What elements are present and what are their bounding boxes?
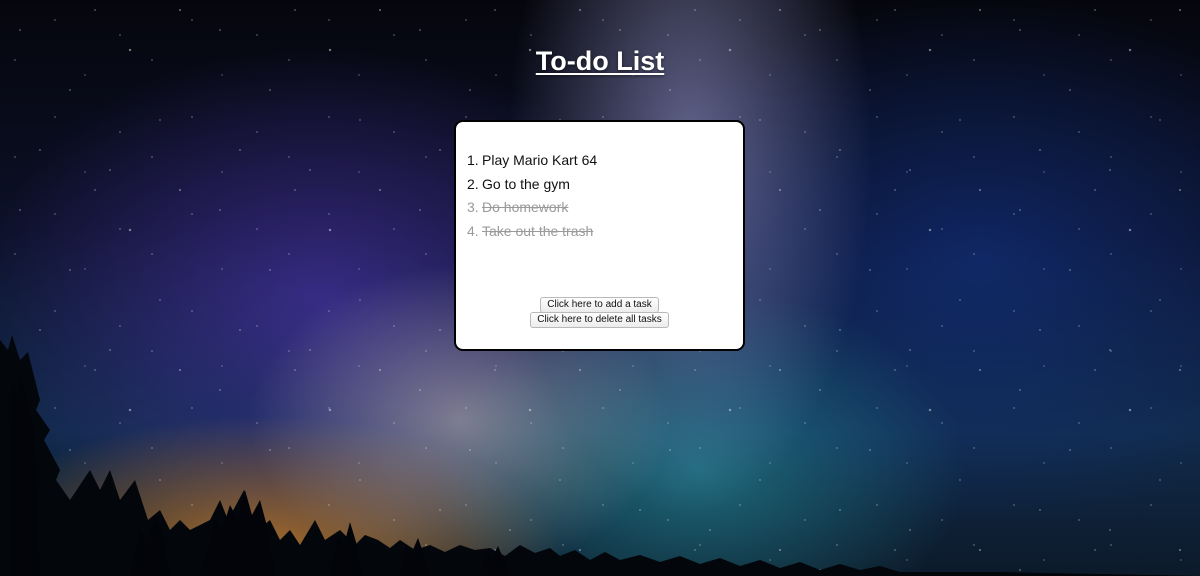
task-text: Do homework	[482, 199, 569, 215]
task-number: 1.	[467, 152, 479, 168]
task-number: 4.	[467, 222, 479, 239]
task-number: 2.	[467, 175, 479, 192]
task-text: Go to the gym	[482, 175, 570, 192]
page-title: To-do List	[535, 46, 665, 76]
todo-card: 1. Play Mario Kart 64 2. Go to the gym 3. D…	[454, 120, 745, 351]
task-text: Play Mario Kart 64	[482, 152, 598, 168]
task-item-completed[interactable]: 3. Do homework	[467, 196, 597, 220]
task-item[interactable]: 2. Go to the gym	[467, 173, 597, 197]
task-item-completed[interactable]: 4. Take out the trash	[467, 220, 597, 244]
task-item[interactable]: 1. Play Mario Kart 64	[467, 149, 597, 173]
delete-all-tasks-button[interactable]: Click here to delete all tasks	[530, 312, 669, 328]
task-actions: Click here to add a task Click here to d…	[456, 294, 743, 328]
task-number: 3.	[467, 199, 479, 215]
task-text: Take out the trash	[482, 222, 594, 239]
task-list: 1. Play Mario Kart 64 2. Go to the gym 3. D…	[467, 149, 597, 243]
